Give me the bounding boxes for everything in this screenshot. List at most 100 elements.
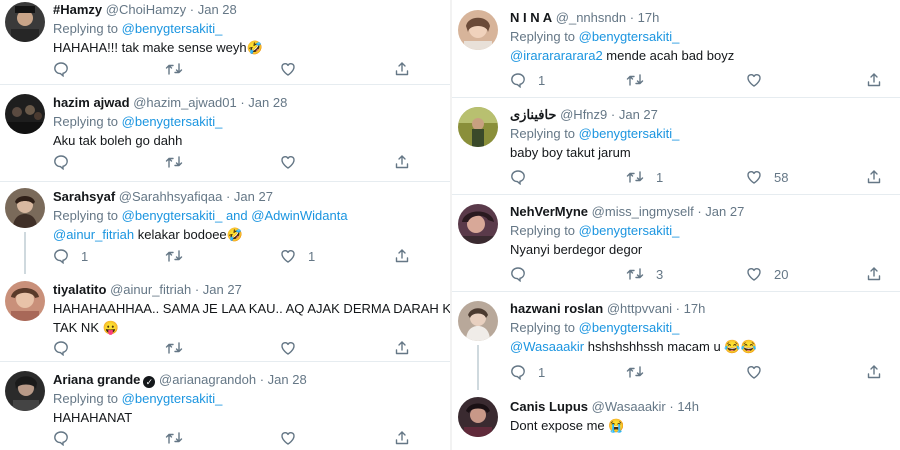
avatar[interactable] <box>5 281 45 321</box>
mention-link[interactable]: @benygtersakiti_ <box>579 223 680 238</box>
retweet-button[interactable] <box>626 363 656 381</box>
like-button[interactable] <box>280 60 308 78</box>
avatar[interactable] <box>5 2 45 42</box>
timestamp[interactable]: 14h <box>677 399 699 414</box>
user-handle[interactable]: @httpvvani <box>607 301 672 316</box>
reply-button[interactable] <box>53 153 81 171</box>
share-button[interactable] <box>394 60 410 78</box>
mention-link[interactable]: @ainur_fitriah <box>53 227 134 242</box>
retweet-button[interactable]: 1 <box>626 168 663 186</box>
display-name[interactable]: hazim ajwad <box>53 95 130 110</box>
retweet-button[interactable]: 3 <box>626 265 663 283</box>
tweet-hazwani-roslan[interactable]: hazwani roslan @httpvvani · 17h Replying… <box>452 292 900 390</box>
display-name[interactable]: Sarahsyaf <box>53 189 115 204</box>
user-handle[interactable]: @ChoiHamzy <box>106 2 186 17</box>
user-handle[interactable]: @arianagrandoh <box>159 372 256 387</box>
like-button[interactable]: 1 <box>280 247 315 265</box>
reply-button[interactable] <box>53 60 81 78</box>
share-button[interactable] <box>866 265 882 283</box>
mention-link[interactable]: @benygtersakiti_ <box>122 208 223 223</box>
avatar[interactable] <box>5 94 45 134</box>
timestamp[interactable]: Jan 27 <box>234 189 273 204</box>
mention-link[interactable]: @Wasaaakir <box>510 339 584 354</box>
reply-button[interactable]: 1 <box>510 363 545 381</box>
tweet-nehvermyne[interactable]: NehVerMyne @miss_ingmyself · Jan 27 Repl… <box>452 195 900 292</box>
user-handle[interactable]: @Sarahhsyafiqaa <box>119 189 223 204</box>
display-name[interactable]: #Hamzy <box>53 2 102 17</box>
tweet-ariana-grande[interactable]: Ariana grande ✓ @arianagrandoh · Jan 28 R… <box>0 362 450 450</box>
share-button[interactable] <box>394 153 410 171</box>
display-name[interactable]: hazwani roslan <box>510 301 603 316</box>
tweet-text: mende acah bad boyz <box>606 48 735 63</box>
retweet-button[interactable] <box>165 429 195 447</box>
timestamp[interactable]: 17h <box>638 10 660 25</box>
display-name[interactable]: Canis Lupus <box>510 399 588 414</box>
share-button[interactable] <box>866 363 882 381</box>
share-button[interactable] <box>394 247 410 265</box>
timestamp[interactable]: Jan 28 <box>248 95 287 110</box>
mention-link[interactable]: @irararararara2 <box>510 48 603 63</box>
display-name[interactable]: tiyalatito <box>53 282 106 297</box>
share-button[interactable] <box>394 339 410 357</box>
avatar[interactable] <box>458 397 498 437</box>
user-handle[interactable]: @miss_ingmyself <box>592 204 694 219</box>
retweet-button[interactable] <box>165 153 195 171</box>
share-button[interactable] <box>866 71 882 89</box>
avatar[interactable] <box>5 371 45 411</box>
tweet-sarahsyaf[interactable]: Sarahsyaf @Sarahhsyafiqaa · Jan 27 Reply… <box>0 182 450 274</box>
mention-link[interactable]: @benygtersakiti_ <box>122 21 223 36</box>
share-button[interactable] <box>394 429 410 447</box>
timestamp[interactable]: Jan 28 <box>198 2 237 17</box>
user-handle[interactable]: @_nnhsndn <box>556 10 626 25</box>
reply-button[interactable] <box>510 168 538 186</box>
timestamp[interactable]: 17h <box>684 301 706 316</box>
user-handle[interactable]: @ainur_fitriah <box>110 282 191 297</box>
mention-link[interactable]: @benygtersakiti_ <box>579 126 680 141</box>
display-name[interactable]: حافينازى <box>510 107 556 122</box>
tweet-nina[interactable]: N I N A @_nnhsndn · 17h Replying to @ben… <box>452 0 900 98</box>
retweet-button[interactable] <box>165 339 195 357</box>
like-button[interactable] <box>280 339 308 357</box>
like-button[interactable] <box>280 153 308 171</box>
reply-button[interactable] <box>53 429 81 447</box>
retweet-button[interactable] <box>626 71 656 89</box>
timestamp[interactable]: Jan 27 <box>203 282 242 297</box>
mention-link[interactable]: @AdwinWidanta <box>251 208 347 223</box>
tweet-hazim-ajwad[interactable]: hazim ajwad @hazim_ajwad01 · Jan 28 Repl… <box>0 85 450 182</box>
avatar[interactable] <box>458 301 498 341</box>
avatar[interactable] <box>5 188 45 228</box>
display-name[interactable]: Ariana grande <box>53 372 140 387</box>
like-button[interactable] <box>280 429 308 447</box>
retweet-button[interactable] <box>165 60 195 78</box>
reply-button[interactable] <box>510 265 538 283</box>
mention-link[interactable]: @benygtersakiti_ <box>579 320 680 335</box>
tweet-hamzy[interactable]: #Hamzy @ChoiHamzy · Jan 28 Replying to @… <box>0 0 450 85</box>
tweet-text: kelakar bodoee🤣 <box>137 227 243 242</box>
reply-button[interactable] <box>53 339 81 357</box>
mention-link[interactable]: @benygtersakiti_ <box>122 114 223 129</box>
share-button[interactable] <box>866 168 882 186</box>
like-button[interactable]: 20 <box>746 265 788 283</box>
avatar[interactable] <box>458 204 498 244</box>
mention-link[interactable]: @benygtersakiti_ <box>579 29 680 44</box>
avatar[interactable] <box>458 10 498 50</box>
display-name[interactable]: N I N A <box>510 10 552 25</box>
reply-button[interactable]: 1 <box>510 71 545 89</box>
tweet-tiyalatito[interactable]: tiyalatito @ainur_fitriah · Jan 27 HAHAH… <box>0 274 450 362</box>
user-handle[interactable]: @hazim_ajwad01 <box>133 95 237 110</box>
retweet-button[interactable] <box>165 247 195 265</box>
like-button[interactable] <box>746 71 774 89</box>
mention-link[interactable]: @benygtersakiti_ <box>122 391 223 406</box>
timestamp[interactable]: Jan 27 <box>619 107 658 122</box>
display-name[interactable]: NehVerMyne <box>510 204 588 219</box>
tweet-canis-lupus[interactable]: Canis Lupus @Wasaaakir · 14h Dont expose… <box>452 390 900 450</box>
user-handle[interactable]: @Wasaaakir <box>592 399 666 414</box>
user-handle[interactable]: @Hfnz9 <box>560 107 607 122</box>
like-button[interactable]: 58 <box>746 168 788 186</box>
timestamp[interactable]: Jan 28 <box>268 372 307 387</box>
timestamp[interactable]: Jan 27 <box>705 204 744 219</box>
like-button[interactable] <box>746 363 774 381</box>
avatar[interactable] <box>458 107 498 147</box>
reply-button[interactable]: 1 <box>53 247 88 265</box>
tweet-hfnz9[interactable]: حافينازى @Hfnz9 · Jan 27 Replying to @be… <box>452 98 900 195</box>
